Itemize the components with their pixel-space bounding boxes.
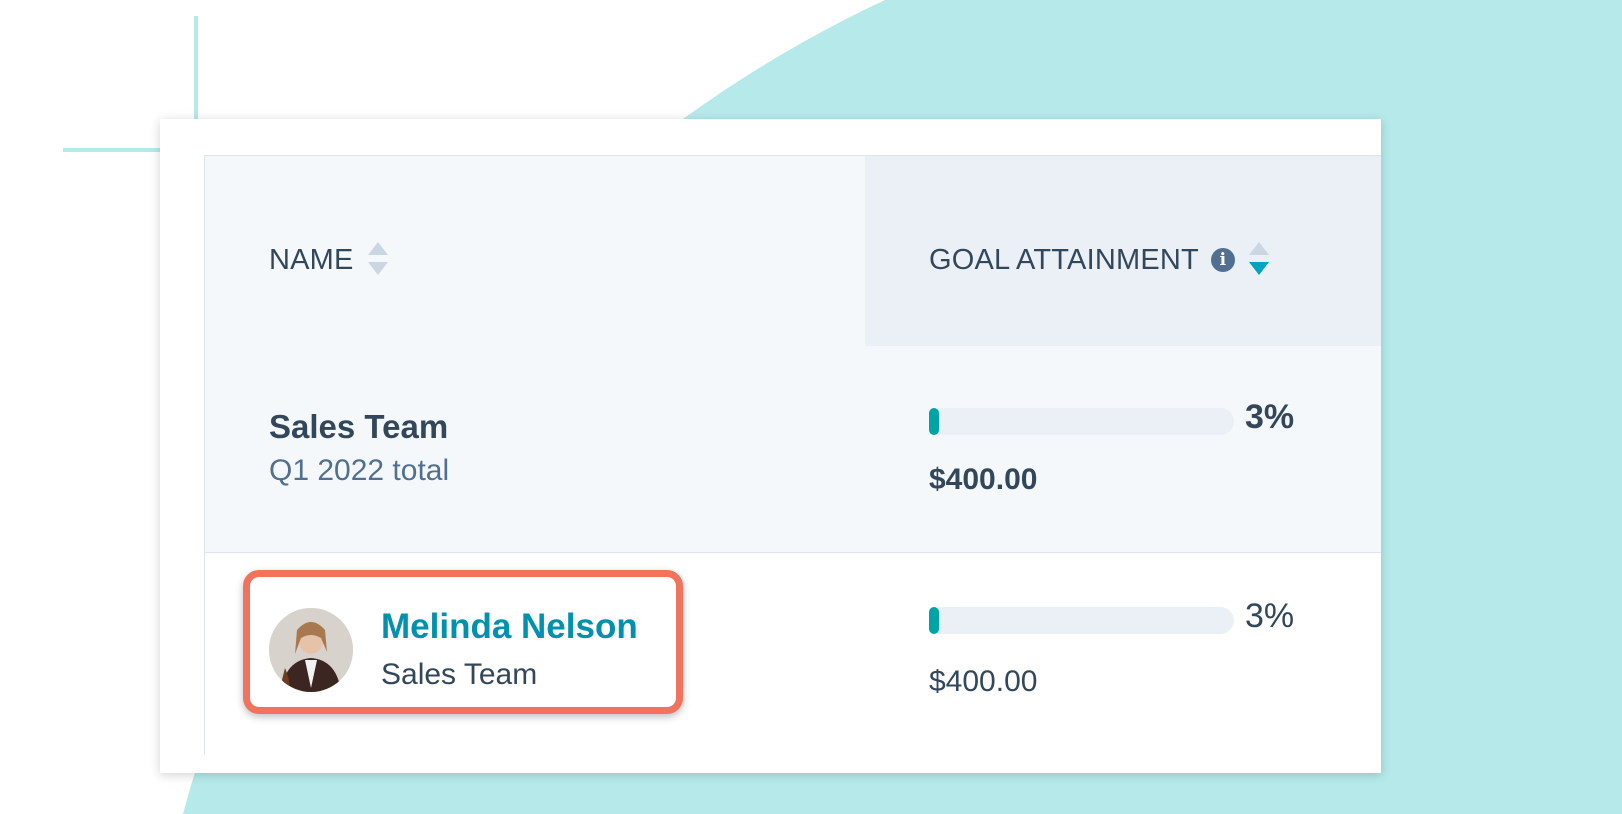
column-header-goal-attainment-label: GOAL ATTAINMENT <box>929 243 1199 276</box>
progress-percent: 3% <box>1245 597 1295 635</box>
info-icon[interactable]: i <box>1210 248 1235 272</box>
progress-bar-fill <box>929 408 939 435</box>
table-header: NAME GOAL ATTAINMENT i <box>205 156 1381 347</box>
sort-ascending-arrow-icon <box>1248 242 1269 255</box>
user-avatar[interactable] <box>269 608 353 692</box>
amount-value: $400.00 <box>929 463 1038 496</box>
team-period-label: Q1 2022 total <box>269 454 450 487</box>
progress-percent: 3% <box>1245 398 1295 436</box>
owner-name-link[interactable]: Melinda Nelson <box>381 607 638 647</box>
column-header-name[interactable]: NAME <box>269 240 388 280</box>
column-header-goal-attainment[interactable]: GOAL ATTAINMENT i <box>929 240 1269 280</box>
sort-descending-arrow-icon <box>367 262 388 275</box>
amount-value: $400.00 <box>929 665 1038 698</box>
goals-table: NAME GOAL ATTAINMENT i Sales Team Q1 202… <box>204 155 1381 756</box>
table-row-owner: Melinda Nelson Sales Team 3% $400.00 <box>205 553 1381 756</box>
table-row-team-total: Sales Team Q1 2022 total 3% $400.00 <box>205 346 1381 553</box>
sort-icon[interactable] <box>1248 240 1269 280</box>
column-header-name-label: NAME <box>269 243 354 276</box>
team-name: Sales Team <box>269 408 449 445</box>
progress-bar <box>929 607 1234 634</box>
sort-icon[interactable] <box>367 240 388 280</box>
goals-card: NAME GOAL ATTAINMENT i Sales Team Q1 202… <box>160 119 1381 773</box>
sort-ascending-arrow-icon <box>367 242 388 255</box>
progress-bar <box>929 408 1234 435</box>
progress-bar-fill <box>929 607 939 634</box>
owner-team-label: Sales Team <box>381 658 538 691</box>
avatar-image <box>269 608 353 692</box>
sort-descending-arrow-icon <box>1248 262 1269 275</box>
